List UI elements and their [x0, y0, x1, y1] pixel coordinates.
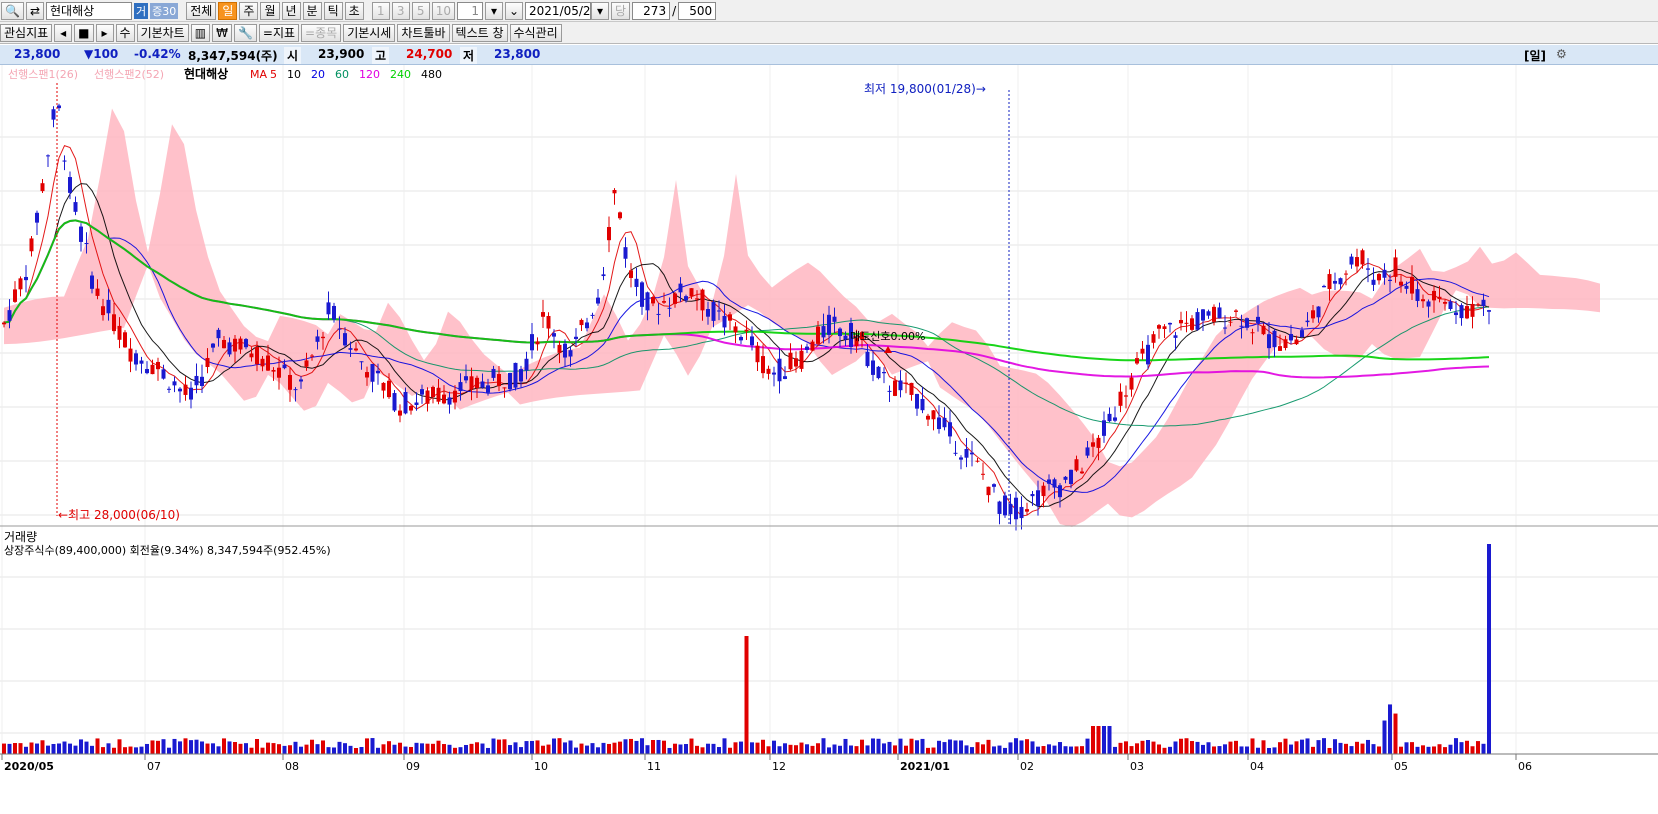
trade-volume: 8,347,594(주): [188, 49, 278, 63]
settings-icon[interactable]: ⚙: [1556, 47, 1567, 61]
period-tag: [일]: [1524, 49, 1547, 63]
x-tick-label-12: 06: [1518, 760, 1532, 773]
chart-toolbar-button[interactable]: 차트툴바: [397, 23, 450, 42]
legend-stock-name: 현대해상: [184, 66, 228, 81]
high-label: 고: [372, 47, 390, 64]
legend-ma-240: 240: [390, 68, 411, 81]
period-week-button[interactable]: 주: [239, 1, 259, 20]
count-slash: /: [672, 3, 677, 18]
legend-ma-60: 60: [335, 68, 349, 81]
x-tick-label-6: 12: [772, 760, 786, 773]
display-count-input[interactable]: 273: [632, 1, 671, 20]
legend-ma-20: 20: [311, 68, 325, 81]
dang-button[interactable]: 당: [611, 1, 631, 20]
refresh-icon[interactable]: ⇄: [25, 1, 45, 20]
x-tick-label-5: 11: [647, 760, 661, 773]
legend-span1: 선행스팬1(26): [8, 68, 78, 81]
chart-type-icon[interactable]: ▥: [190, 23, 211, 42]
interest-indicator-button[interactable]: 관심지표: [0, 23, 53, 42]
secondary-toolbar: 관심지표 ◂ ■ ▸ 수 기본차트 ▥ ₩ 🔧 =지표 =종목 기본시세 차트툴…: [0, 22, 1658, 44]
x-tick-label-3: 09: [406, 760, 420, 773]
low-label: 저: [460, 47, 478, 64]
volume-info: 상장주식수(89,400,000) 회전율(9.34%) 8,347,594주(…: [4, 544, 331, 557]
period-minute-button[interactable]: 분: [302, 1, 322, 20]
minute-5-button[interactable]: 5: [411, 1, 430, 20]
su-button[interactable]: 수: [115, 23, 135, 42]
won-button[interactable]: ₩: [212, 23, 232, 42]
annotation-signal: 매도신호0.00%: [850, 330, 925, 343]
text-window-button[interactable]: 텍스트 창: [451, 23, 508, 42]
legend-ma-label: MA: [250, 68, 267, 81]
next-icon[interactable]: ▸: [95, 23, 114, 42]
annotation-low: 최저 19,800(01/28)→: [864, 82, 986, 96]
legend-ma-120: 120: [359, 68, 380, 81]
price-summary-bar: 23,800 ▼100 -0.42% 8,347,594(주) 시 23,900…: [0, 45, 1658, 65]
period-all-button[interactable]: 전체: [186, 1, 217, 20]
legend-span2: 선행스팬2(52): [94, 68, 164, 81]
legend-ma-5: 5: [270, 68, 277, 81]
low-price: 23,800: [494, 47, 541, 61]
basic-quote-button[interactable]: 기본시세: [343, 23, 396, 42]
formula-mgmt-button[interactable]: 수식관리: [509, 23, 562, 42]
basic-chart-button[interactable]: 기본차트: [136, 23, 189, 42]
wrench-icon[interactable]: 🔧: [233, 23, 257, 42]
x-tick-label-7: 2021/01: [900, 760, 950, 773]
minute-3-button[interactable]: 3: [391, 1, 410, 20]
item-button[interactable]: =종목: [301, 23, 342, 42]
search-icon[interactable]: 🔍: [1, 1, 24, 20]
count-input[interactable]: 1: [456, 1, 483, 20]
period-day-button[interactable]: 일: [218, 1, 238, 20]
price-change-pct: -0.42%: [134, 47, 181, 61]
legend-ma-10: 10: [287, 68, 301, 81]
open-label: 시: [284, 47, 302, 64]
legend-ma-480: 480: [421, 68, 442, 81]
stock-name-input[interactable]: 현대해상: [46, 1, 133, 20]
prev-icon[interactable]: ◂: [54, 23, 73, 42]
total-count-input[interactable]: 500: [678, 1, 717, 20]
period-month-button[interactable]: 월: [260, 1, 280, 20]
annotation-high: ←최고 28,000(06/10): [58, 508, 180, 522]
x-tick-label-2: 08: [285, 760, 299, 773]
chevron-down-icon[interactable]: ⌄: [504, 1, 524, 20]
date-input[interactable]: 2021/05/27: [525, 1, 598, 20]
period-tick-button[interactable]: 틱: [323, 1, 343, 20]
main-toolbar: 🔍 ⇄ 현대해상 거 증30 전체 일 주 월 년 분 틱 초 1 3 5 10…: [0, 0, 1658, 22]
count-dropdown-icon[interactable]: ▾: [484, 1, 503, 20]
minute-1-button[interactable]: 1: [371, 1, 390, 20]
price-change: ▼100: [84, 47, 119, 61]
stop-icon[interactable]: ■: [74, 23, 94, 42]
x-tick-label-4: 10: [534, 760, 548, 773]
stock-chart[interactable]: 2020/05 07 08 09 10 11 12 2021/01 02 03 04 05 06 선행스…: [0, 65, 1658, 814]
exchange-tag: 거: [134, 2, 149, 19]
margin-tag: 증30: [150, 2, 179, 19]
period-second-button[interactable]: 초: [344, 1, 364, 20]
indicator-button[interactable]: =지표: [258, 23, 300, 42]
minute-10-button[interactable]: 10: [431, 1, 455, 20]
volume-title: 거래량: [4, 530, 37, 544]
period-year-button[interactable]: 년: [281, 1, 301, 20]
high-price: 24,700: [406, 47, 453, 61]
open-price: 23,900: [318, 47, 365, 61]
x-tick-label-0: 2020/05: [4, 760, 54, 773]
current-price: 23,800: [14, 47, 61, 61]
x-tick-label-10: 04: [1250, 760, 1264, 773]
x-tick-label-8: 02: [1020, 760, 1034, 773]
date-dropdown-icon[interactable]: ▾: [591, 1, 610, 20]
x-tick-label-11: 05: [1394, 760, 1408, 773]
x-tick-label-9: 03: [1130, 760, 1144, 773]
x-tick-label-1: 07: [147, 760, 161, 773]
